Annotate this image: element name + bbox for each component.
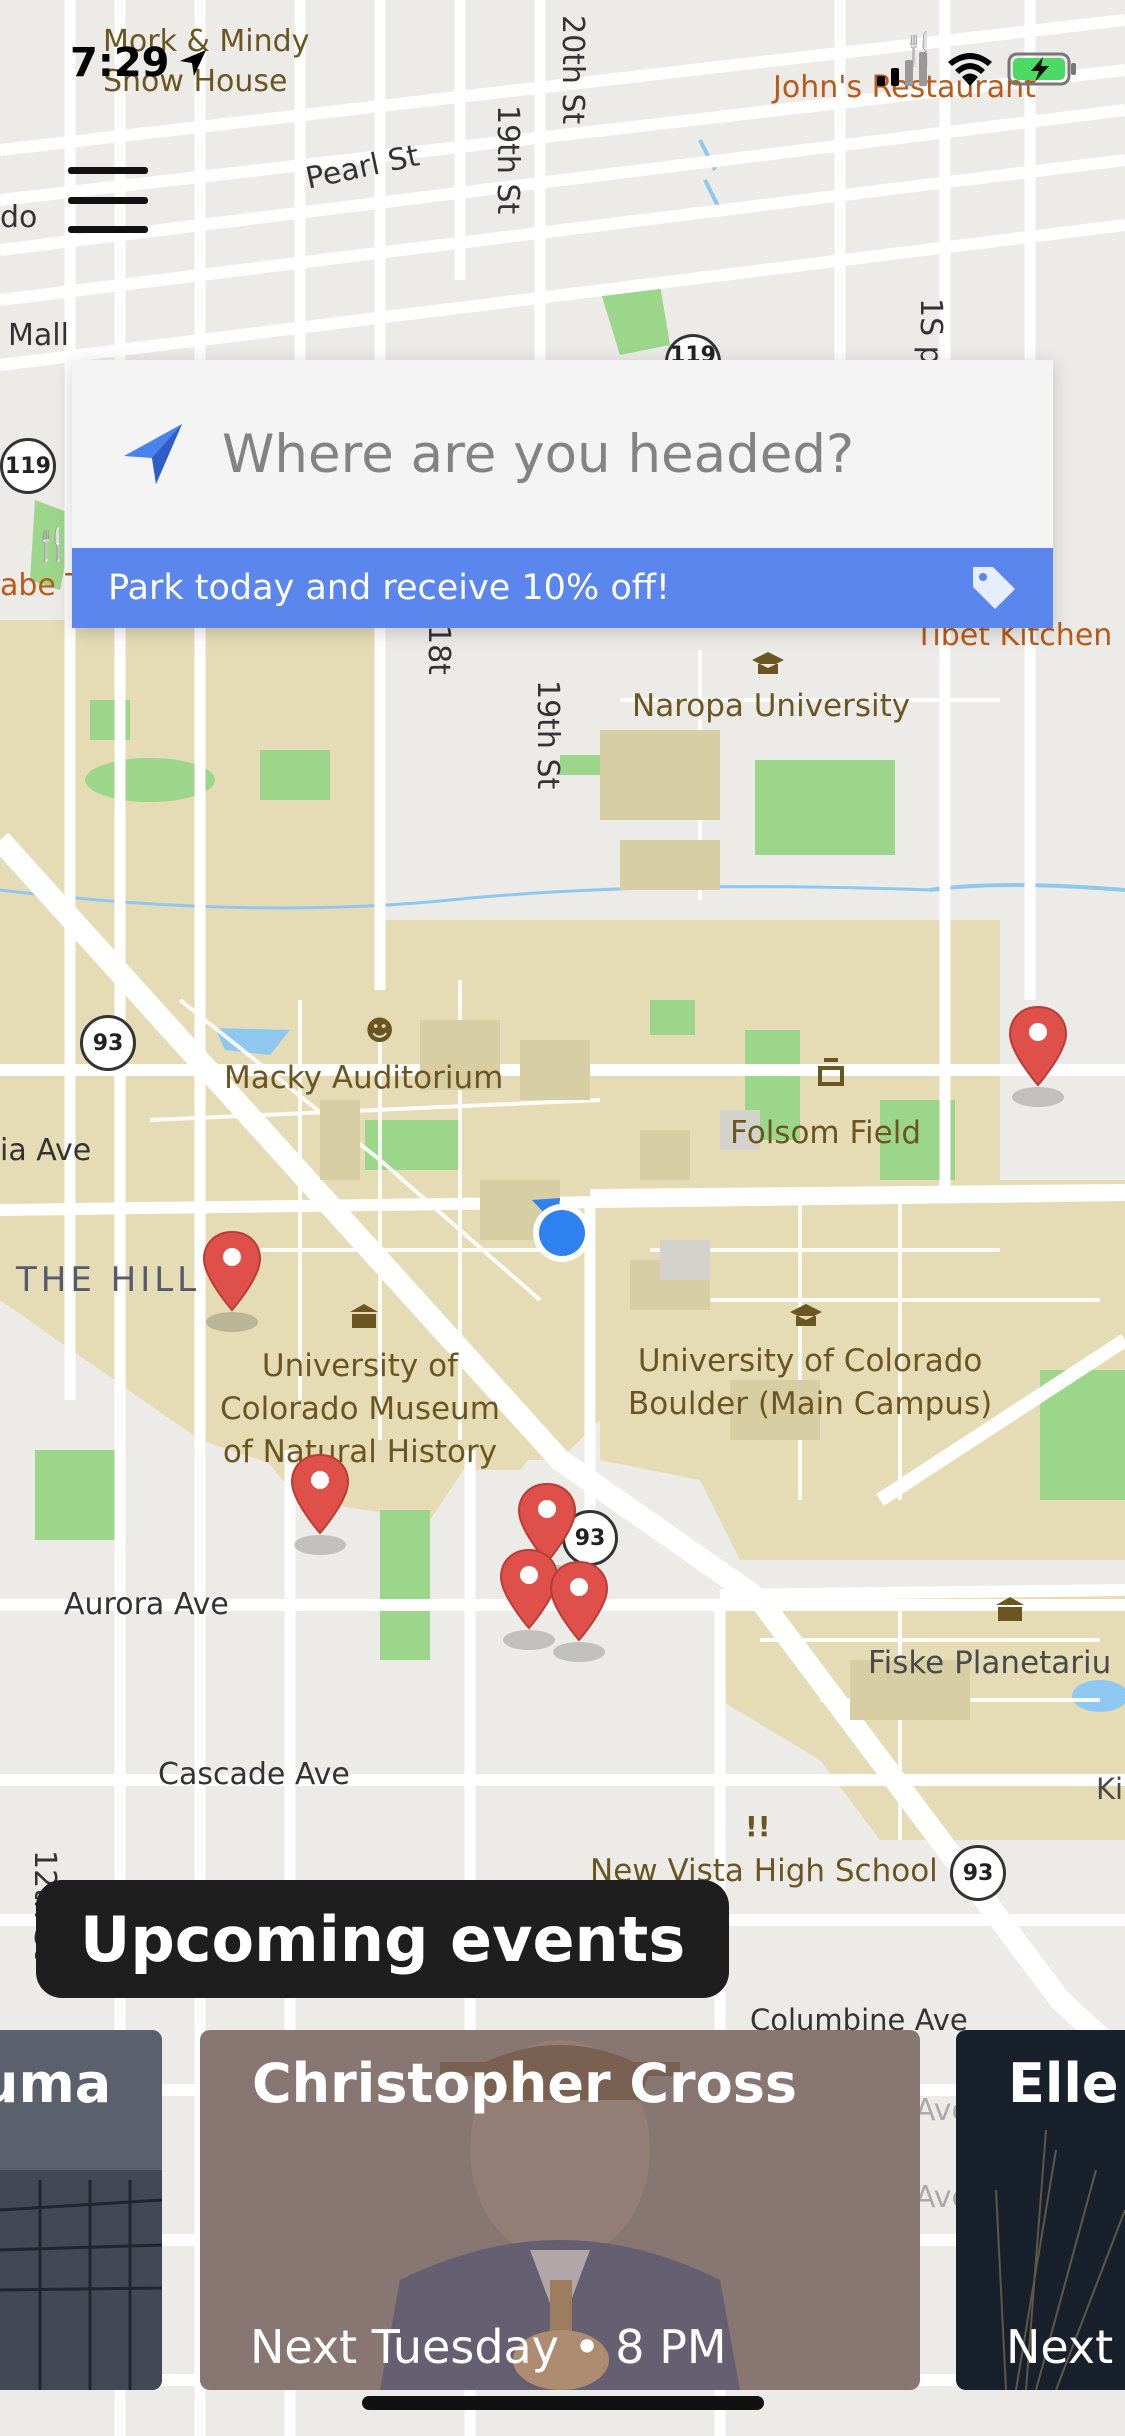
- map-label-fiske: Fiske Planetariu: [868, 1645, 1112, 1681]
- promo-text: Park today and receive 10% off!: [108, 568, 670, 608]
- upcoming-events-heading: Upcoming events: [36, 1880, 730, 1998]
- map-label-do: do: [0, 200, 38, 235]
- event-card-subtitle: Next r: [1006, 2320, 1125, 2374]
- map-label-spd: 1S p: [913, 298, 948, 365]
- map-label-the-hill: THE HILL: [16, 1260, 201, 1300]
- event-card-title: Christopher Cross: [252, 2052, 798, 2115]
- map-label-cascade-ave: Cascade Ave: [158, 1757, 350, 1792]
- event-card[interactable]: uma: [0, 2030, 162, 2390]
- map-label-naropa: Naropa University: [632, 688, 911, 724]
- highway-shield-93-c: 93: [950, 1845, 1006, 1901]
- parking-pin[interactable]: [548, 1560, 610, 1664]
- event-card[interactable]: Christopher Cross Next Tuesday • 8 PM: [200, 2030, 920, 2390]
- map-label-folsom: Folsom Field: [730, 1115, 922, 1151]
- menu-icon-bar: [68, 226, 148, 233]
- map-label-18th-st: 18t: [421, 625, 456, 675]
- map-label-19th-st: 19th St: [530, 680, 565, 790]
- event-card-title: Elle I: [1008, 2052, 1125, 2115]
- highway-shield-119: 119: [0, 438, 56, 494]
- parking-pin[interactable]: [289, 1453, 351, 1557]
- promo-banner[interactable]: Park today and receive 10% off!: [72, 548, 1053, 628]
- map-label-macky: Macky Auditorium: [224, 1060, 504, 1096]
- location-services-icon: [180, 50, 206, 76]
- home-indicator[interactable]: [362, 2396, 764, 2410]
- status-time: 7:29: [70, 40, 170, 86]
- event-card-subtitle: Next Tuesday • 8 PM: [250, 2320, 727, 2374]
- map-label-ia-ave: ia Ave: [0, 1133, 92, 1168]
- svg-text:☻: ☻: [365, 1014, 394, 1047]
- svg-text:!!: !!: [745, 1810, 771, 1843]
- parking-pin[interactable]: [1007, 1005, 1069, 1109]
- menu-icon-bar: [68, 167, 148, 174]
- events-carousel[interactable]: uma Christopher Cross Next Tuesday • 8 P…: [0, 2030, 1125, 2390]
- menu-button[interactable]: [68, 165, 148, 235]
- event-card-title: uma: [0, 2052, 112, 2115]
- map-label-cu-museum: University of Colorado Museum of Natural…: [220, 1348, 500, 1470]
- menu-icon-bar: [68, 196, 148, 204]
- status-bar: 7:29: [0, 0, 1125, 140]
- search-input[interactable]: [222, 423, 1002, 485]
- svg-text:🍴: 🍴: [32, 525, 72, 563]
- navigation-arrow-icon: [124, 424, 182, 484]
- event-card[interactable]: Elle I Next r: [956, 2030, 1125, 2390]
- parking-pin[interactable]: [201, 1230, 263, 1334]
- map-label-ki: Ki: [1096, 1772, 1124, 1806]
- wifi-icon: [948, 53, 992, 86]
- search-row[interactable]: [72, 360, 1053, 548]
- map-label-cu-boulder: University of Colorado Boulder (Main Cam…: [628, 1343, 993, 1422]
- map-label-mall: Mall: [8, 318, 69, 353]
- highway-shield-93: 93: [80, 1015, 136, 1071]
- search-card: Park today and receive 10% off!: [72, 360, 1053, 628]
- map-label-aurora-ave: Aurora Ave: [64, 1587, 229, 1622]
- cellular-signal-icon: [877, 52, 927, 86]
- battery-charging-icon: [1007, 52, 1076, 86]
- price-tag-icon: [973, 567, 1015, 609]
